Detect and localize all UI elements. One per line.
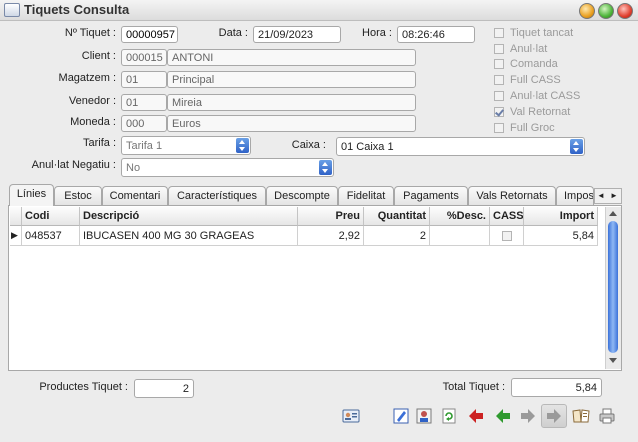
cell-import[interactable]: 5,84 bbox=[524, 226, 598, 246]
tab-impos[interactable]: Impos bbox=[556, 186, 594, 205]
checkbox-label-tiquet-tancat: Tiquet tancat bbox=[510, 27, 574, 39]
checkbox-label-anullat: Anul·lat bbox=[510, 43, 548, 55]
tab-comentari[interactable]: Comentari bbox=[102, 186, 168, 205]
negative-label: Anul·lat Negatiu : bbox=[31, 159, 116, 171]
negative-value: No bbox=[126, 162, 141, 174]
minimize-button[interactable] bbox=[579, 3, 595, 19]
cashbox-select[interactable]: 01 Caixa 1 bbox=[336, 137, 585, 156]
tab-descompte[interactable]: Descompte bbox=[266, 186, 338, 205]
row-indicator-header bbox=[10, 207, 22, 226]
warehouse-label: Magatzem : bbox=[58, 72, 116, 84]
column-header-codi[interactable]: Codi bbox=[22, 207, 80, 226]
cell-cass[interactable] bbox=[490, 226, 524, 246]
checkbox-tiquet-tancat[interactable] bbox=[494, 28, 504, 38]
ticket-number-field[interactable]: 00000957 bbox=[121, 26, 178, 43]
title-bar: Tiquets Consulta bbox=[0, 0, 638, 21]
products-count-field[interactable]: 2 bbox=[134, 379, 194, 398]
cell-codi[interactable]: 048537 bbox=[22, 226, 80, 246]
checkbox-comanda[interactable] bbox=[494, 59, 504, 69]
tab-estoc[interactable]: Estoc bbox=[54, 186, 102, 205]
tab-fidelitat[interactable]: Fidelitat bbox=[338, 186, 394, 205]
products-label: Productes Tiquet : bbox=[39, 381, 128, 393]
last-button[interactable] bbox=[541, 404, 567, 428]
seller-name-field[interactable]: Mireia bbox=[167, 94, 416, 111]
seller-label: Venedor : bbox=[68, 95, 116, 107]
row-indicator: ▶ bbox=[10, 226, 22, 246]
column-header-import[interactable]: Import bbox=[524, 207, 598, 226]
warehouse-code-field[interactable]: 01 bbox=[121, 71, 167, 88]
date-field[interactable]: 21/09/2023 bbox=[253, 26, 341, 43]
window-icon bbox=[4, 3, 20, 17]
checkbox-anullat-cass[interactable] bbox=[494, 91, 504, 101]
cashbox-value: 01 Caixa 1 bbox=[341, 141, 394, 153]
seller-code-field[interactable]: 01 bbox=[121, 94, 167, 111]
edit-icon[interactable] bbox=[392, 407, 410, 425]
book-icon[interactable] bbox=[572, 407, 590, 425]
last-icon bbox=[547, 409, 561, 423]
currency-code-field[interactable]: 000 bbox=[121, 115, 167, 132]
cell-cass-checkbox[interactable] bbox=[502, 231, 512, 241]
cashbox-label: Caixa : bbox=[291, 139, 326, 151]
negative-select[interactable]: No bbox=[121, 158, 334, 177]
column-header-desc[interactable]: %Desc. bbox=[430, 207, 490, 226]
close-button[interactable] bbox=[617, 3, 633, 19]
cell-preu[interactable]: 2,92 bbox=[298, 226, 364, 246]
total-label: Total Tiquet : bbox=[442, 381, 505, 393]
rate-value: Tarifa 1 bbox=[126, 140, 163, 152]
checkbox-val-retornat[interactable] bbox=[494, 107, 504, 117]
column-header-quantitat[interactable]: Quantitat bbox=[364, 207, 430, 226]
rate-select[interactable]: Tarifa 1 bbox=[121, 136, 251, 155]
maximize-button[interactable] bbox=[598, 3, 614, 19]
tab-pagaments[interactable]: Pagaments bbox=[394, 186, 468, 205]
tab-vals-retornats[interactable]: Vals Retornats bbox=[468, 186, 556, 205]
tab-caracteristiques[interactable]: Característiques bbox=[168, 186, 266, 205]
cashbox-dropdown-icon[interactable] bbox=[570, 139, 583, 154]
total-field[interactable]: 5,84 bbox=[511, 378, 602, 397]
rate-dropdown-icon[interactable] bbox=[236, 138, 249, 153]
person-icon[interactable] bbox=[415, 407, 433, 425]
time-label: Hora : bbox=[362, 27, 392, 39]
client-code-field[interactable]: 000015 bbox=[121, 49, 167, 66]
date-label: Data : bbox=[218, 27, 248, 39]
column-header-descripcio[interactable]: Descripció bbox=[80, 207, 298, 226]
client-name-field[interactable]: ANTONI bbox=[167, 49, 416, 66]
vertical-scrollbar[interactable] bbox=[605, 207, 621, 369]
time-field[interactable]: 08:26:46 bbox=[397, 26, 475, 43]
checkbox-label-anullat-cass: Anul·lat CASS bbox=[510, 90, 581, 102]
column-header-preu[interactable]: Preu bbox=[298, 207, 364, 226]
checkbox-full-groc[interactable] bbox=[494, 123, 504, 133]
column-header-cass[interactable]: CASS bbox=[490, 207, 524, 226]
next-icon[interactable] bbox=[519, 407, 537, 425]
checkbox-label-full-groc: Full Groc bbox=[510, 122, 555, 134]
ticket-label: Nº Tiquet : bbox=[64, 27, 116, 39]
client-label: Client : bbox=[81, 50, 116, 62]
scroll-thumb[interactable] bbox=[608, 221, 618, 353]
window-title: Tiquets Consulta bbox=[24, 2, 130, 17]
client-card-icon[interactable] bbox=[342, 407, 360, 425]
checkbox-anullat[interactable] bbox=[494, 44, 504, 54]
rate-label: Tarifa : bbox=[82, 137, 116, 149]
refresh-icon[interactable] bbox=[440, 407, 458, 425]
scroll-down-icon[interactable] bbox=[609, 358, 617, 363]
checkbox-label-comanda: Comanda bbox=[510, 58, 558, 70]
tab-scroll-buttons: ◄ ► bbox=[594, 188, 622, 204]
warehouse-name-field[interactable]: Principal bbox=[167, 71, 416, 88]
checkbox-label-full-cass: Full CASS bbox=[510, 74, 561, 86]
tab-scroll-right-button[interactable]: ► bbox=[610, 189, 618, 203]
cell-quantitat[interactable]: 2 bbox=[364, 226, 430, 246]
tab-linies[interactable]: Línies bbox=[9, 184, 54, 206]
checkbox-label-val-retornat: Val Retornat bbox=[510, 106, 571, 118]
print-icon[interactable] bbox=[598, 407, 616, 425]
cell-desc[interactable] bbox=[430, 226, 490, 246]
negative-dropdown-icon[interactable] bbox=[319, 160, 332, 175]
previous-icon[interactable] bbox=[494, 407, 512, 425]
cell-descripcio[interactable]: IBUCASEN 400 MG 30 GRAGEAS bbox=[80, 226, 298, 246]
currency-name-field[interactable]: Euros bbox=[167, 115, 416, 132]
checkbox-full-cass[interactable] bbox=[494, 75, 504, 85]
currency-label: Moneda : bbox=[70, 116, 116, 128]
first-icon[interactable] bbox=[467, 407, 485, 425]
scroll-up-icon[interactable] bbox=[609, 211, 617, 216]
tab-scroll-left-button[interactable]: ◄ bbox=[597, 189, 605, 203]
